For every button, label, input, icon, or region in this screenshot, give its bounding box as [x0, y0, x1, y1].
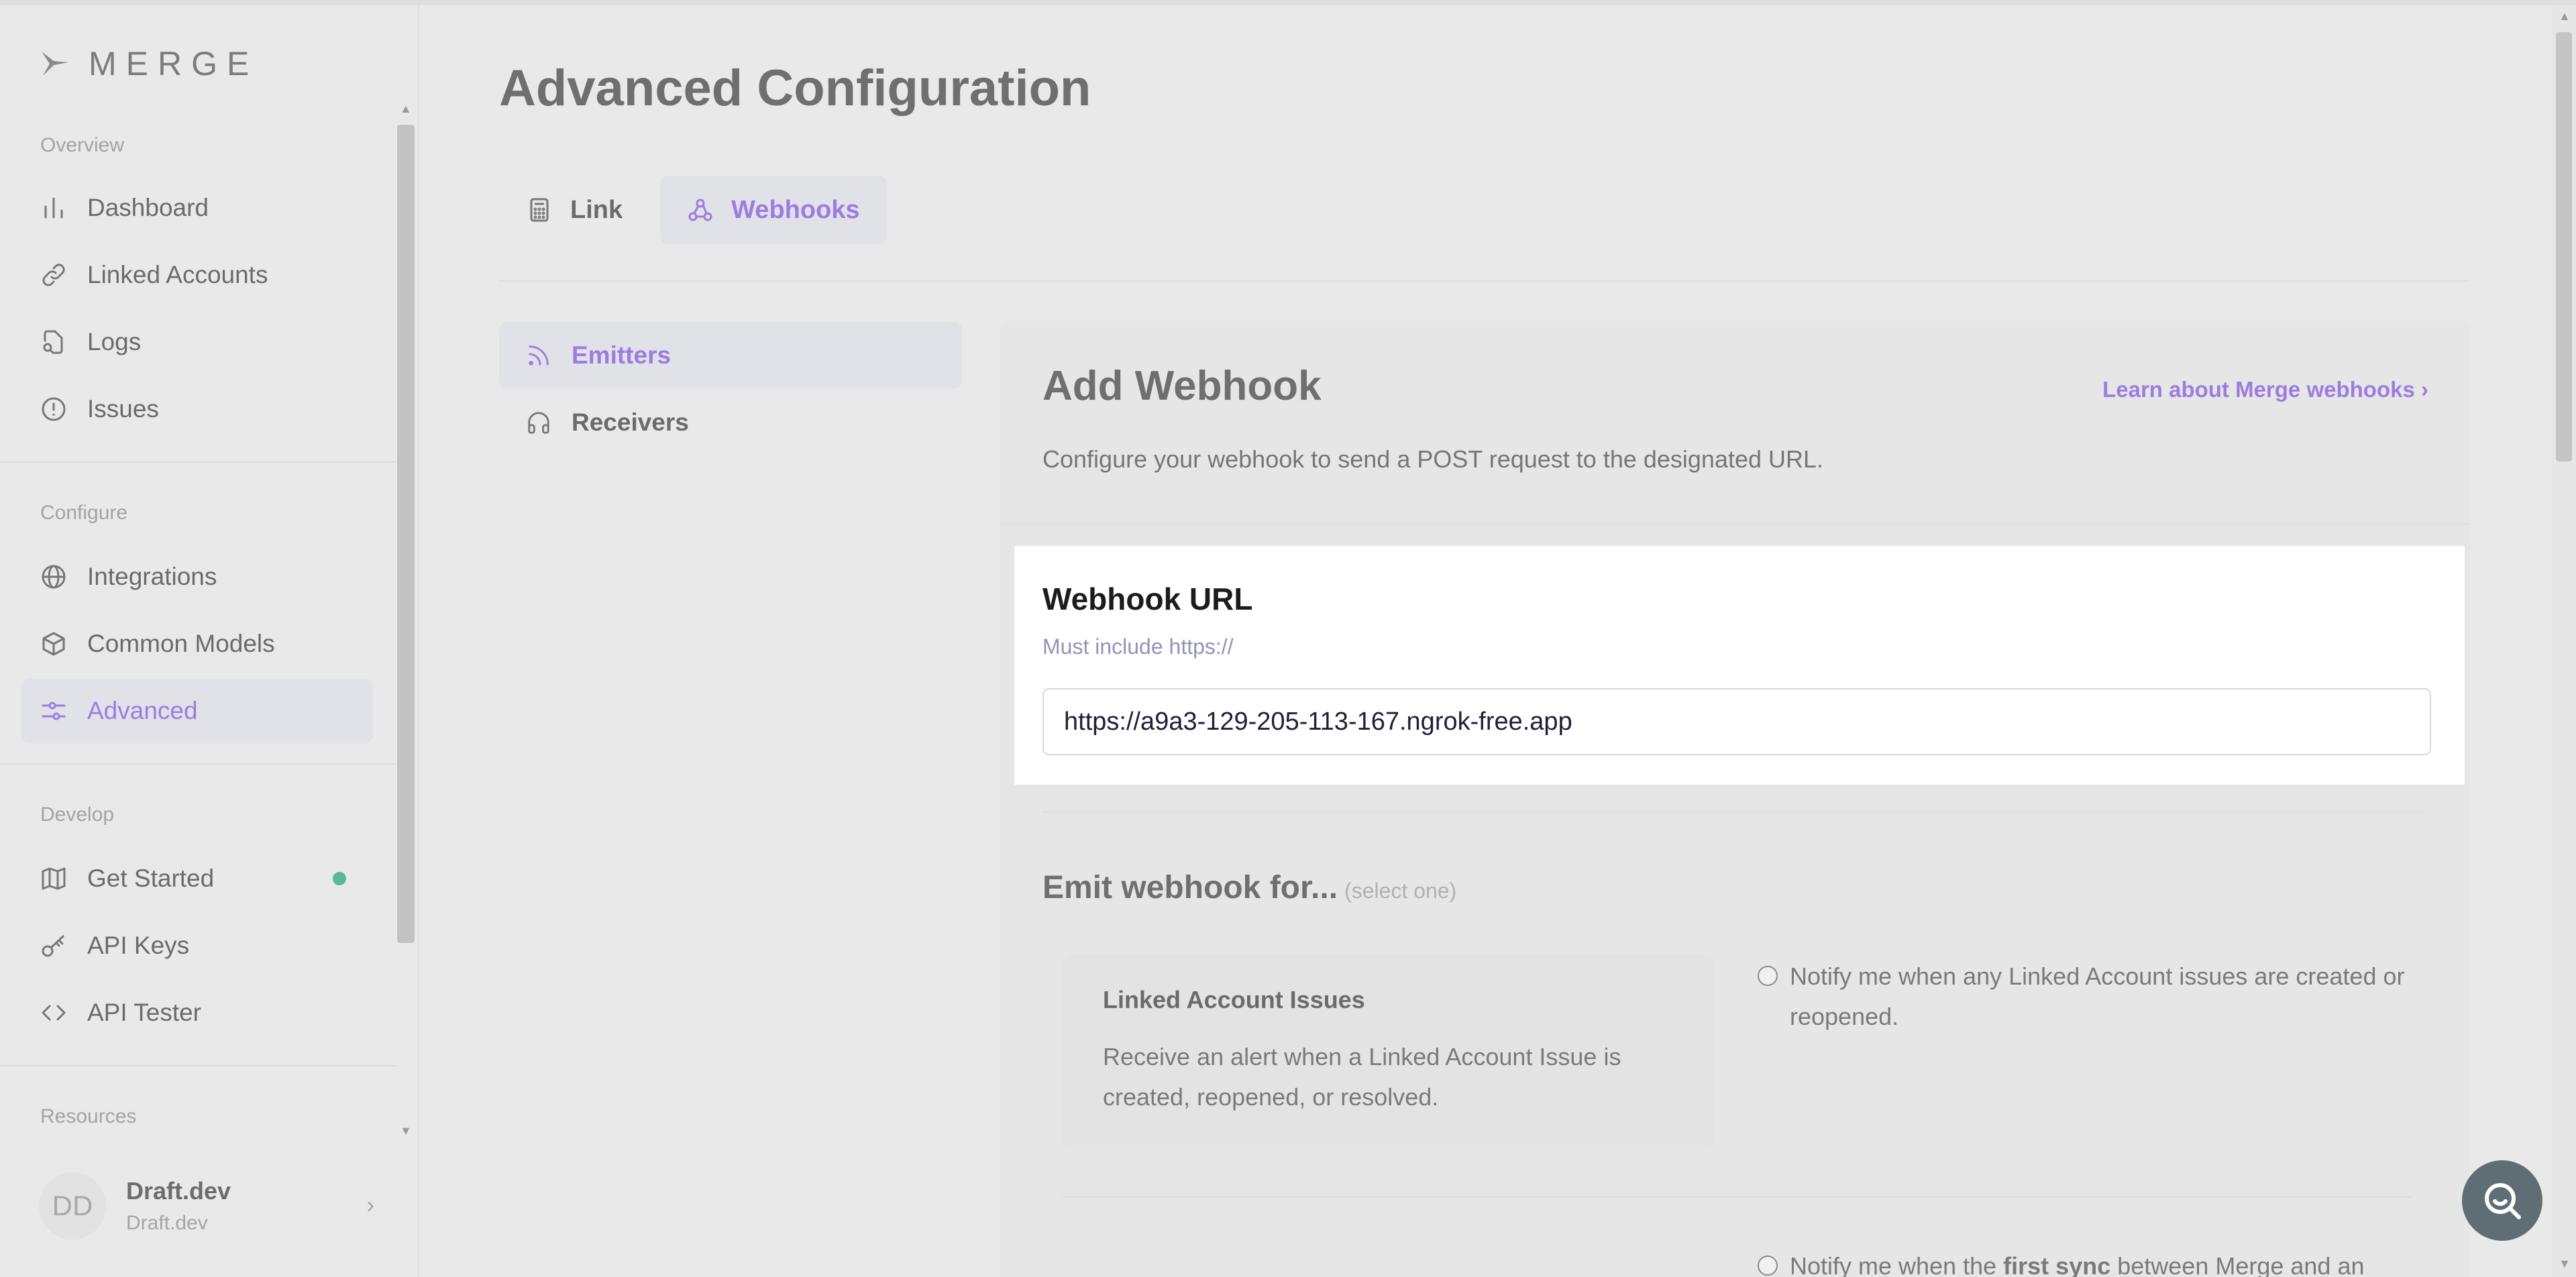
- sidebar-item-label: Dashboard: [87, 194, 209, 221]
- subnav-label: Emitters: [572, 341, 672, 369]
- learn-webhooks-link[interactable]: Learn about Merge webhooks ›: [2102, 377, 2428, 402]
- radio-notify-issues[interactable]: [1758, 966, 1778, 986]
- calculator-icon: [530, 198, 549, 222]
- tabs-divider: [499, 280, 2469, 282]
- section-title-resources: Resources: [40, 1105, 137, 1127]
- link-icon: [42, 264, 65, 286]
- sidebar-item-label: Common Models: [87, 630, 275, 657]
- status-indicator-dot: [333, 872, 346, 885]
- profile-switcher[interactable]: DD Draft.dev Draft.dev ›: [39, 1172, 374, 1239]
- scroll-up-arrow-icon[interactable]: ▲: [400, 102, 412, 116]
- page-scrollbar-thumb[interactable]: [2556, 32, 2572, 461]
- sliders-icon: [42, 702, 66, 720]
- card-divider: [1000, 523, 2470, 524]
- section-title-develop: Develop: [40, 803, 115, 826]
- tab-label: Webhooks: [731, 195, 860, 224]
- emit-title-text: Emit webhook for...: [1042, 870, 1338, 905]
- sidebar-divider: [0, 1065, 396, 1066]
- chevron-right-icon: ›: [366, 1192, 374, 1218]
- merge-logo[interactable]: MERGE: [39, 44, 258, 83]
- page-title: Advanced Configuration: [499, 60, 1091, 117]
- sidebar-item-advanced[interactable]: Advanced: [21, 679, 373, 743]
- card-divider: [1063, 1197, 2411, 1198]
- webhook-url-label: Webhook URL: [1042, 581, 1253, 616]
- cube-icon: [42, 632, 65, 656]
- page-scrollbar[interactable]: ▲ ▼: [2552, 5, 2576, 1277]
- sidebar-scrollbar[interactable]: ▲ ▼: [396, 99, 416, 1139]
- option-description: Receive an alert when a Linked Account I…: [1103, 1043, 1621, 1111]
- emit-webhook-heading: Emit webhook for... (select one): [1042, 869, 1456, 906]
- radio-label-first-sync: Notify me when the first sync between Me…: [1790, 1246, 2461, 1277]
- sidebar-item-logs[interactable]: Logs: [21, 310, 373, 374]
- radio-label-prefix: Notify me when the: [1790, 1252, 2004, 1277]
- section-title-overview: Overview: [40, 134, 125, 156]
- tab-webhooks[interactable]: Webhooks: [660, 176, 887, 244]
- sidebar-item-integrations[interactable]: Integrations: [21, 545, 373, 609]
- tab-label: Link: [570, 195, 623, 224]
- tab-link[interactable]: Link: [499, 176, 649, 244]
- file-search-icon: [43, 330, 63, 354]
- subnav-item-receivers[interactable]: Receivers: [499, 389, 962, 456]
- webhook-url-input[interactable]: [1042, 688, 2431, 755]
- webhook-icon: [688, 199, 712, 221]
- scroll-down-arrow-icon[interactable]: ▼: [2559, 1257, 2571, 1271]
- merge-logo-icon: [42, 52, 68, 76]
- avatar: DD: [39, 1172, 106, 1239]
- webhook-url-panel: Webhook URL Must include https://: [1014, 546, 2465, 785]
- sidebar-item-issues[interactable]: Issues: [21, 377, 373, 441]
- bar-chart-icon: [44, 197, 63, 219]
- sidebar-item-label: Linked Accounts: [87, 261, 268, 288]
- globe-icon: [42, 565, 66, 589]
- card-description: Configure your webhook to send a POST re…: [1042, 445, 1824, 473]
- card-divider: [1042, 812, 2424, 813]
- scroll-up-arrow-icon[interactable]: ▲: [2559, 9, 2571, 23]
- window-top-border: [0, 0, 2576, 5]
- rss-icon: [529, 345, 549, 366]
- sidebar-item-label: Logs: [87, 328, 142, 355]
- section-title-configure: Configure: [40, 502, 128, 524]
- sidebar-item-label: API Tester: [87, 999, 202, 1026]
- headphones-icon: [528, 412, 549, 434]
- sidebar-divider: [0, 461, 396, 463]
- sidebar-item-api-tester[interactable]: API Tester: [21, 981, 373, 1045]
- webhooks-subnav: Emitters Receivers: [499, 322, 962, 456]
- profile-org: Draft.dev: [126, 1212, 208, 1234]
- radio-notify-first-sync[interactable]: [1758, 1256, 1778, 1276]
- sidebar-item-label: Advanced: [87, 697, 198, 724]
- radio-label-bold: first sync: [2003, 1252, 2111, 1277]
- profile-name: Draft.dev: [126, 1177, 231, 1205]
- config-tabs: Link Webhooks: [499, 176, 887, 244]
- webhook-url-hint: Must include https://: [1042, 634, 1234, 659]
- sidebar-item-label: Get Started: [87, 865, 215, 892]
- sidebar-divider: [0, 763, 396, 765]
- sidebar-item-common-models[interactable]: Common Models: [21, 612, 373, 676]
- alert-circle-icon: [42, 397, 66, 421]
- help-chat-button[interactable]: [2462, 1160, 2542, 1241]
- search-chat-icon: [2485, 1183, 2521, 1219]
- sidebar: MERGE Overview Dashboard Linked Accounts…: [0, 5, 419, 1277]
- chevron-right-icon: ›: [2421, 377, 2428, 402]
- emit-hint: (select one): [1344, 879, 1457, 903]
- subnav-item-emitters[interactable]: Emitters: [499, 322, 962, 389]
- sidebar-item-label: Integrations: [87, 563, 217, 590]
- sidebar-scrollbar-thumb[interactable]: [397, 125, 415, 943]
- sidebar-item-label: Issues: [87, 395, 159, 423]
- learn-link-label: Learn about Merge webhooks: [2102, 377, 2415, 402]
- radio-label-notify-issues: Notify me when any Linked Account issues…: [1790, 962, 2405, 1030]
- scroll-down-arrow-icon[interactable]: ▼: [400, 1124, 412, 1138]
- map-icon: [42, 867, 66, 890]
- sidebar-item-api-keys[interactable]: API Keys: [21, 913, 373, 978]
- code-icon: [42, 1005, 66, 1021]
- sidebar-item-linked-accounts[interactable]: Linked Accounts: [21, 243, 373, 307]
- sidebar-item-label: API Keys: [87, 932, 190, 959]
- radio-label-suffix: between Merge and an: [2110, 1252, 2365, 1277]
- logo-text: MERGE: [89, 45, 259, 82]
- key-icon: [42, 935, 64, 957]
- sidebar-item-get-started[interactable]: Get Started: [21, 846, 373, 911]
- card-title: Add Webhook: [1042, 363, 1322, 409]
- option-title: Linked Account Issues: [1103, 986, 1365, 1013]
- sidebar-item-dashboard[interactable]: Dashboard: [21, 176, 373, 240]
- subnav-label: Receivers: [572, 408, 689, 436]
